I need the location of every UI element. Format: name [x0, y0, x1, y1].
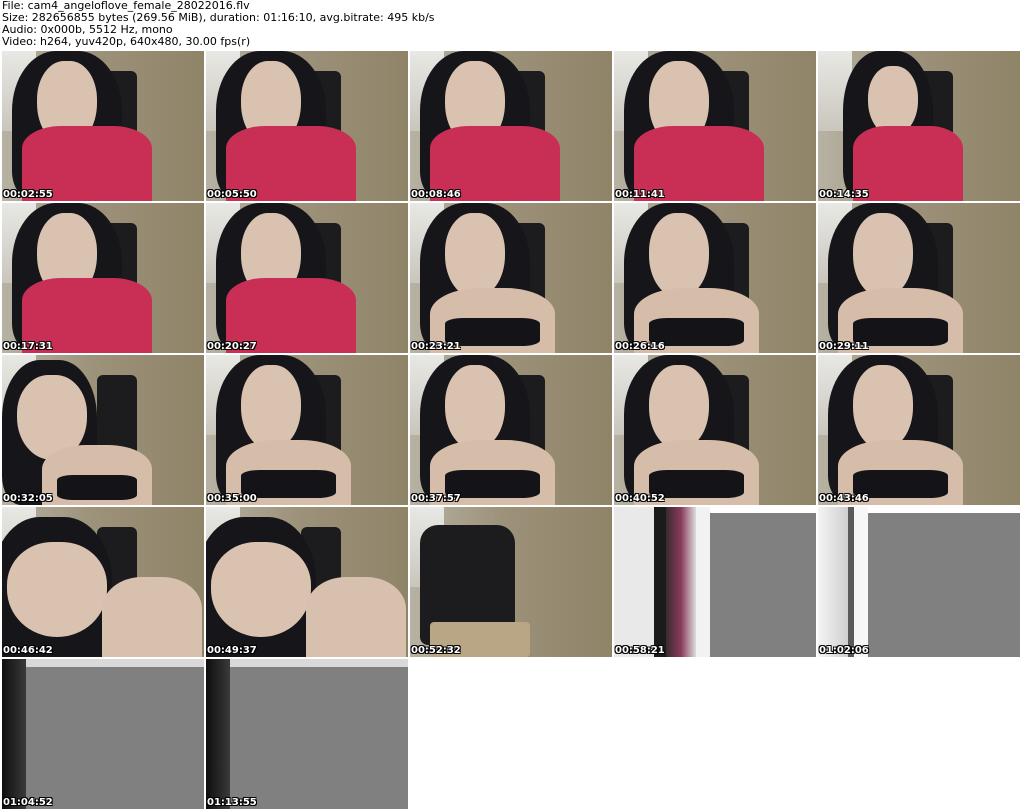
thumbnail-timestamp: 00:43:46	[819, 493, 869, 504]
thumbnail-timestamp: 00:52:32	[411, 645, 461, 656]
video-thumbnail: 00:26:16	[614, 203, 816, 353]
thumbnail-timestamp: 01:04:52	[3, 797, 53, 808]
video-thumbnail: 01:13:55	[206, 659, 408, 809]
video-thumbnail: 00:43:46	[818, 355, 1020, 505]
video-thumbnail: 00:08:46	[410, 51, 612, 201]
video-thumbnail: 00:20:27	[206, 203, 408, 353]
thumbnail-timestamp: 00:20:27	[207, 341, 257, 352]
video-thumbnail: 00:46:42	[2, 507, 204, 657]
video-info-line: Video: h264, yuv420p, 640x480, 30.00 fps…	[2, 35, 251, 48]
thumbnail-timestamp: 00:17:31	[3, 341, 53, 352]
thumbnail-timestamp: 01:02:06	[819, 645, 869, 656]
thumbnail-timestamp: 00:49:37	[207, 645, 257, 656]
video-thumbnail: 00:40:52	[614, 355, 816, 505]
thumbnail-timestamp: 00:58:21	[615, 645, 665, 656]
thumbnail-timestamp: 00:46:42	[3, 645, 53, 656]
thumbnail-grid: 00:02:55 00:05:50 00:08:46 00:11:41 00:14:35…	[2, 51, 1022, 811]
video-thumbnail: 00:35:00	[206, 355, 408, 505]
thumbnail-timestamp: 00:23:21	[411, 341, 461, 352]
thumbnail-timestamp: 00:40:52	[615, 493, 665, 504]
thumbnail-timestamp: 00:08:46	[411, 189, 461, 200]
video-thumbnail: 00:02:55	[2, 51, 204, 201]
video-thumbnail: 00:37:57	[410, 355, 612, 505]
thumbnail-timestamp: 00:02:55	[3, 189, 53, 200]
thumbnail-timestamp: 00:37:57	[411, 493, 461, 504]
thumbnail-timestamp: 00:11:41	[615, 189, 665, 200]
thumbnail-timestamp: 00:32:05	[3, 493, 53, 504]
video-thumbnail: 00:58:21	[614, 507, 816, 657]
video-thumbnail: 00:17:31	[2, 203, 204, 353]
thumbnail-timestamp: 00:29:11	[819, 341, 869, 352]
thumbnail-timestamp: 00:26:16	[615, 341, 665, 352]
file-info-header: File: cam4_angeloflove_female_28022016.f…	[2, 0, 435, 48]
thumbnail-timestamp: 00:05:50	[207, 189, 257, 200]
video-thumbnail: 00:49:37	[206, 507, 408, 657]
video-thumbnail: 00:29:11	[818, 203, 1020, 353]
video-thumbnail: 01:02:06	[818, 507, 1020, 657]
video-thumbnail: 00:23:21	[410, 203, 612, 353]
video-thumbnail: 01:04:52	[2, 659, 204, 809]
thumbnail-timestamp: 00:14:35	[819, 189, 869, 200]
video-thumbnail: 00:05:50	[206, 51, 408, 201]
video-thumbnail: 00:52:32	[410, 507, 612, 657]
video-thumbnail: 00:11:41	[614, 51, 816, 201]
video-thumbnail: 00:32:05	[2, 355, 204, 505]
thumbnail-timestamp: 01:13:55	[207, 797, 257, 808]
video-thumbnail: 00:14:35	[818, 51, 1020, 201]
thumbnail-timestamp: 00:35:00	[207, 493, 257, 504]
